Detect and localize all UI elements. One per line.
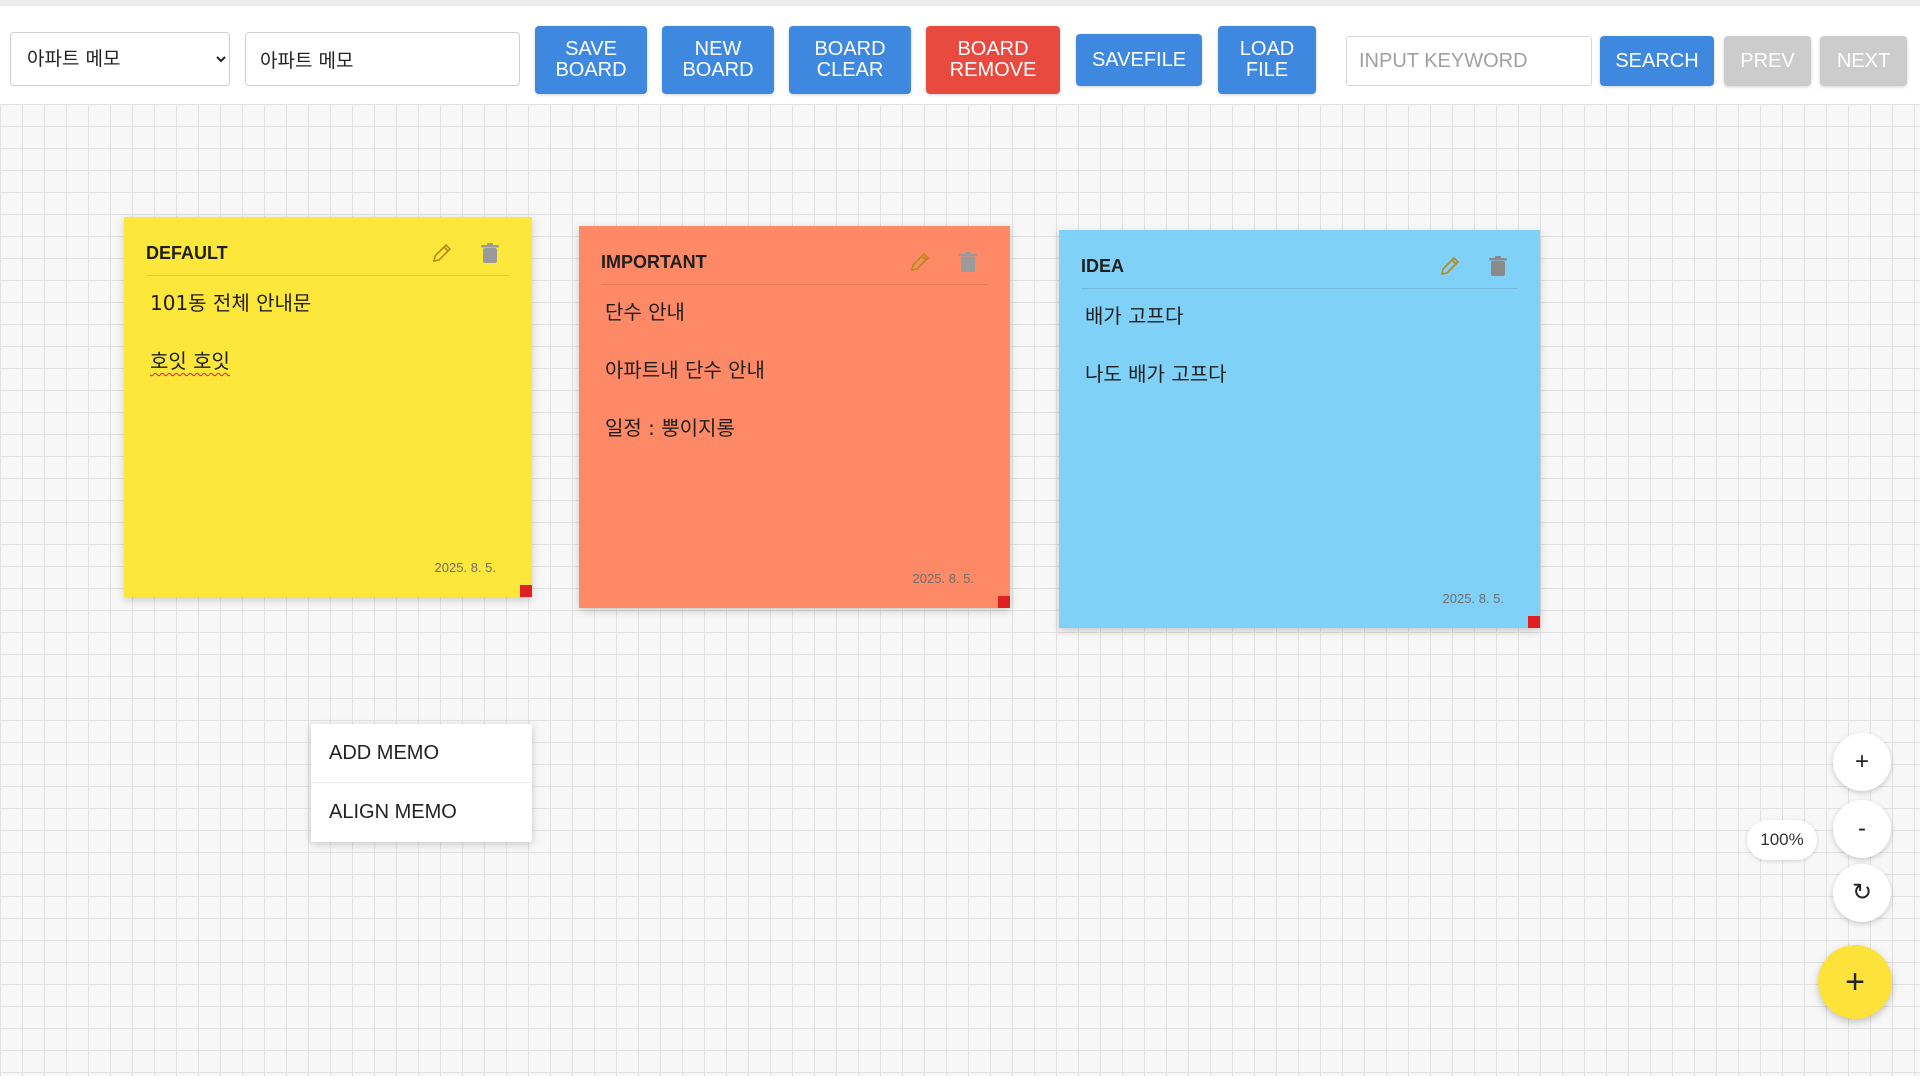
add-memo-fab[interactable]: +	[1818, 945, 1892, 1019]
rotate-icon: ↻	[1851, 879, 1873, 906]
memo-line-text: 나도 배가 고프다	[1085, 362, 1227, 386]
memo-header: DEFAULT	[146, 241, 510, 276]
resize-handle[interactable]	[520, 585, 532, 597]
memo-line: 일정 : 뿡이지롱	[605, 416, 984, 440]
reset-zoom-button[interactable]: ↻	[1833, 864, 1891, 922]
zoom-level: 100%	[1747, 820, 1817, 860]
context-menu: ADD MEMO ALIGN MEMO	[311, 724, 532, 842]
memo-header: IMPORTANT	[601, 250, 988, 285]
trash-icon[interactable]	[478, 241, 502, 265]
memo-header: IDEA	[1081, 254, 1518, 289]
memo-line-text: 단수 안내	[605, 300, 685, 324]
zoom-out-button[interactable]: -	[1833, 800, 1891, 858]
memo-body[interactable]: 단수 안내 아파트내 단수 안내 일정 : 뿡이지롱	[605, 300, 984, 474]
prev-button[interactable]: PREV	[1724, 36, 1811, 86]
memo-line-text: 호잇 호잇	[150, 349, 230, 373]
board-remove-button[interactable]: BOARD REMOVE	[926, 26, 1060, 94]
new-board-button[interactable]: NEW BOARD	[662, 26, 774, 94]
toolbar: 아파트 메모 SAVE BOARD NEW BOARD BOARD CLEAR …	[0, 0, 1920, 104]
memo-line: 배가 고프다	[1085, 304, 1514, 328]
memo-line: 단수 안내	[605, 300, 984, 324]
search-button[interactable]: SEARCH	[1600, 36, 1714, 86]
board-clear-button[interactable]: BOARD CLEAR	[789, 26, 911, 94]
memo-date: 2025. 8. 5.	[1442, 591, 1504, 606]
memo-idea[interactable]: IDEA 배가 고프다 나도 배가 고프다 2025. 8. 5.	[1059, 230, 1540, 628]
memo-line-text: 배가 고프다	[1085, 304, 1184, 328]
add-memo-menu-item[interactable]: ADD MEMO	[311, 724, 532, 782]
memo-title: IDEA	[1081, 256, 1125, 276]
memo-date: 2025. 8. 5.	[912, 571, 974, 586]
pencil-icon[interactable]	[430, 241, 454, 265]
load-file-button[interactable]: LOAD FILE	[1218, 26, 1316, 94]
memo-line: 나도 배가 고프다	[1085, 362, 1514, 386]
memo-line-text: 아파트내 단수 안내	[605, 358, 765, 382]
board-name-input[interactable]	[245, 32, 520, 86]
plus-icon: +	[1845, 963, 1865, 1001]
memo-line-text: 101동 전체 안내문	[150, 291, 312, 315]
memo-title: IMPORTANT	[601, 252, 707, 272]
memo-important[interactable]: IMPORTANT 단수 안내 아파트내 단수 안내 일정 : 뿡이지롱 202…	[579, 226, 1010, 608]
zoom-in-button[interactable]: +	[1833, 733, 1891, 791]
memo-line: 호잇 호잇	[150, 349, 506, 373]
memo-line: 101동 전체 안내문	[150, 291, 506, 315]
memo-line: 아파트내 단수 안내	[605, 358, 984, 382]
trash-icon[interactable]	[1486, 254, 1510, 278]
pencil-icon[interactable]	[1438, 254, 1462, 278]
align-memo-menu-item[interactable]: ALIGN MEMO	[311, 782, 532, 841]
board-select[interactable]: 아파트 메모	[10, 32, 230, 86]
memo-body[interactable]: 101동 전체 안내문 호잇 호잇	[150, 291, 506, 407]
pencil-icon[interactable]	[908, 250, 932, 274]
save-board-button[interactable]: SAVE BOARD	[535, 26, 647, 94]
search-input[interactable]	[1346, 36, 1592, 86]
memo-default[interactable]: DEFAULT 101동 전체 안내문 호잇 호잇 2025. 8. 5.	[124, 217, 532, 597]
memo-board-canvas[interactable]: DEFAULT 101동 전체 안내문 호잇 호잇 2025. 8. 5. IM…	[0, 104, 1920, 1076]
memo-date: 2025. 8. 5.	[434, 560, 496, 575]
memo-line-text: 일정 : 뿡이지롱	[605, 416, 735, 440]
savefile-button[interactable]: SAVEFILE	[1076, 34, 1202, 86]
resize-handle[interactable]	[1528, 616, 1540, 628]
memo-body[interactable]: 배가 고프다 나도 배가 고프다	[1085, 304, 1514, 420]
next-button[interactable]: NEXT	[1820, 36, 1907, 86]
memo-title: DEFAULT	[146, 243, 228, 263]
trash-icon[interactable]	[956, 250, 980, 274]
resize-handle[interactable]	[998, 596, 1010, 608]
